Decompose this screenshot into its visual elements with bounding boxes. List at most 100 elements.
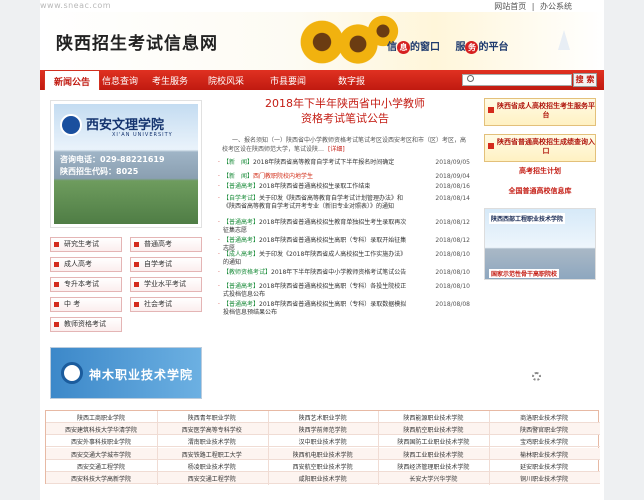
news-date: 2018/08/14 [435, 195, 470, 202]
link-separator: | [531, 2, 535, 11]
search-input[interactable] [462, 74, 572, 86]
school-link[interactable]: 陕西能源职业技术学院 [378, 413, 488, 422]
school-link[interactable]: 咸阳职业技术学院 [268, 474, 378, 483]
nav-info-query[interactable]: 信息查询 [102, 74, 138, 87]
sailboat-decoration-icon [558, 30, 570, 50]
school-link[interactable]: 长安大学兴华学院 [378, 474, 488, 483]
campus-english-name: XI'AN UNIVERSITY [112, 132, 173, 138]
column-divider [378, 411, 380, 485]
exam-btn-proficiency[interactable]: 学业水平考试 [130, 277, 202, 292]
office-system-link[interactable]: 办公系统 [540, 2, 572, 11]
school-link[interactable]: 汉中职业技术学院 [268, 437, 378, 446]
news-date: 2018/09/05 [435, 159, 470, 166]
bullet-icon: · [218, 219, 220, 226]
site-title[interactable]: 陕西招生考试信息网 [56, 29, 218, 54]
school-link[interactable]: 西安医学高等专科学校 [157, 425, 267, 434]
exam-btn-adult[interactable]: 成人高考 [50, 257, 122, 272]
nav-candidate-service[interactable]: 考生服务 [152, 74, 188, 87]
news-date: 2018/08/10 [435, 283, 470, 290]
school-link[interactable]: 陕西警官职业学院 [489, 425, 599, 434]
school-links-row: 西安外事科技职业学院 渭南职业技术学院 汉中职业技术学院 陕西国防工业职业技术学院 宝鸡… [46, 435, 600, 448]
headline[interactable]: 2018年下半年陕西省中小学教师 资格考试笔试公告 [218, 96, 472, 126]
school-link[interactable]: 榆林职业技术学院 [489, 450, 599, 459]
school-link[interactable]: 陕西经济管理职业技术学院 [378, 462, 488, 471]
school-link[interactable]: 西安交通工程学院 [157, 474, 267, 483]
exam-btn-self-study[interactable]: 自学考试 [130, 257, 202, 272]
search-button[interactable]: 搜 索 [573, 73, 597, 87]
news-title[interactable]: 【新 闻】西门教职院校内地学生 [223, 173, 408, 181]
news-title[interactable]: 【教师资格考试】2018年下半年陕西省中小学教师资格考试笔试公告 [223, 269, 408, 277]
news-title[interactable]: 【普通高考】2018年陕西省普通高校招生高职（专科）各投生院校正式投档信息公布 [223, 283, 408, 299]
admission-plan-link[interactable]: 高考招生计划 [484, 166, 596, 176]
score-query-box[interactable]: 陕西省普通高校招生成绩查询入口 [484, 134, 596, 162]
news-tag: 【普通高考】 [223, 183, 260, 190]
exam-btn-gaokao[interactable]: 普通高考 [130, 237, 202, 252]
bullet-icon: · [218, 195, 220, 202]
school-link[interactable]: 陕西艺术职业学院 [268, 413, 378, 422]
school-link[interactable]: 西安科技大学高新学院 [46, 474, 156, 483]
school-link[interactable]: 陕西工商职业学院 [46, 413, 156, 422]
school-link[interactable]: 延安职业技术学院 [489, 462, 599, 471]
adult-exam-service-box[interactable]: 陕西省成人高校招生考生服务平台 [484, 98, 596, 126]
western-engineering-school-ad[interactable]: 陕西西部工程职业技术学院 国家示范性骨干高职院校 [484, 208, 596, 280]
shenmu-college-banner[interactable]: 神木职业技术学院 [50, 347, 202, 399]
bullet-icon: · [218, 301, 220, 308]
news-title[interactable]: 【成人高考】关于印发《2018年陕西省成人高校招生工作实施办法》的通知 [223, 251, 408, 267]
news-tag: 【普通高考】 [223, 237, 260, 244]
news-text: 西门教职院校内地学生 [253, 173, 314, 180]
news-title[interactable]: 【新 闻】2018年陕西省高等教育自学考试下半年报名时间确定 [223, 159, 408, 167]
top-strip: www.sneac.com 网站首页 | 办公系统 [40, 0, 604, 12]
slogan-text: 的窗口 [410, 42, 440, 53]
news-title[interactable]: 【普通高考】2018年陕西省普通高校招生教育单独招生考生录取再次征集志愿 [223, 219, 408, 235]
home-link[interactable]: 网站首页 [494, 2, 526, 11]
school-links-table: 陕西工商职业学院 陕西青年职业学院 陕西艺术职业学院 陕西能源职业技术学院 商洛职业技术… [45, 410, 600, 485]
school-link[interactable]: 西安交通工程学院 [46, 462, 156, 471]
news-title[interactable]: 【普通高考】2018年陕西省普通高校招生高职（专科）录取数据模拟投档信息预结果公… [223, 301, 408, 317]
campus-ad[interactable]: 西安文理学院 XI'AN UNIVERSITY 咨询电话：029-8822161… [50, 100, 202, 228]
nav-digital-paper[interactable]: 数字报 [338, 74, 365, 87]
slogan-circle: 息 [397, 41, 410, 54]
campus-name: 西安文理学院 [86, 118, 165, 133]
college-logo-icon [61, 362, 83, 384]
school-link[interactable]: 西安交通大学城市学院 [46, 450, 156, 459]
news-title[interactable]: 【自学考试】关于印发《陕西省高等教育自学考试计划管理办法》和《陕西省高等教育自学… [223, 195, 408, 211]
school-link[interactable]: 陕西工业职业技术学院 [378, 450, 488, 459]
news-tag: 【新 闻】 [223, 159, 254, 166]
school-link[interactable]: 西安建筑科技大学华清学院 [46, 425, 156, 434]
school-link[interactable]: 宝鸡职业技术学院 [489, 437, 599, 446]
exam-btn-zhongkao[interactable]: 中 考 [50, 297, 122, 312]
school-link[interactable]: 陕西国防工业职业技术学院 [378, 437, 488, 446]
detail-link[interactable]: [详细] [328, 146, 345, 153]
school-link[interactable]: 渭南职业技术学院 [157, 437, 267, 446]
university-logo-icon [60, 114, 82, 136]
search-icon [467, 75, 474, 82]
nav-news[interactable]: 新闻公告 [44, 70, 101, 90]
school-link[interactable]: 西安外事科技职业学院 [46, 437, 156, 446]
news-tag: 【普通高考】 [223, 219, 260, 226]
university-database-link[interactable]: 全国普通高校信息库 [484, 186, 596, 196]
exam-btn-teacher[interactable]: 教师资格考试 [50, 317, 122, 332]
news-date: 2018/08/10 [435, 251, 470, 258]
school-link[interactable]: 西安航空职业技术学院 [268, 462, 378, 471]
nav-city-news[interactable]: 市县要闻 [270, 74, 306, 87]
nav-school-profile[interactable]: 院校风采 [208, 74, 244, 87]
header-slogan: 信息的窗口 服务的平台 [387, 38, 508, 54]
exam-btn-graduate[interactable]: 研究生考试 [50, 237, 122, 252]
school-link[interactable]: 铜川职业技术学院 [489, 474, 599, 483]
news-title[interactable]: 【普通高考】2018年陕西省普通高校招生录取工作结束 [223, 183, 408, 191]
site-url: www.sneac.com [40, 1, 112, 10]
school-link[interactable]: 陕西青年职业学院 [157, 413, 267, 422]
school-link[interactable]: 西安铁路工程职工大学 [157, 450, 267, 459]
slogan-text: 信 [387, 42, 397, 53]
school-link[interactable]: 陕西航空职业技术学院 [378, 425, 488, 434]
headline-summary: 一、报名须知（一）陕西省中小学教师资格考试笔试考区设西安考区和市（区）考区，高校… [222, 136, 468, 154]
exam-btn-upgrade[interactable]: 专升本考试 [50, 277, 122, 292]
school-link[interactable]: 杨凌职业技术学院 [157, 462, 267, 471]
slogan-text: 的平台 [478, 42, 509, 53]
exam-btn-social[interactable]: 社会考试 [130, 297, 202, 312]
school-links-row: 西安科技大学高新学院 西安交通工程学院 咸阳职业技术学院 长安大学兴华学院 铜川职业技术… [46, 472, 600, 484]
school-link[interactable]: 陕西机电职业技术学院 [268, 450, 378, 459]
bullet-icon: · [218, 183, 220, 190]
school-link[interactable]: 商洛职业技术学院 [489, 413, 599, 422]
school-link[interactable]: 陕西学前师范学院 [268, 425, 378, 434]
